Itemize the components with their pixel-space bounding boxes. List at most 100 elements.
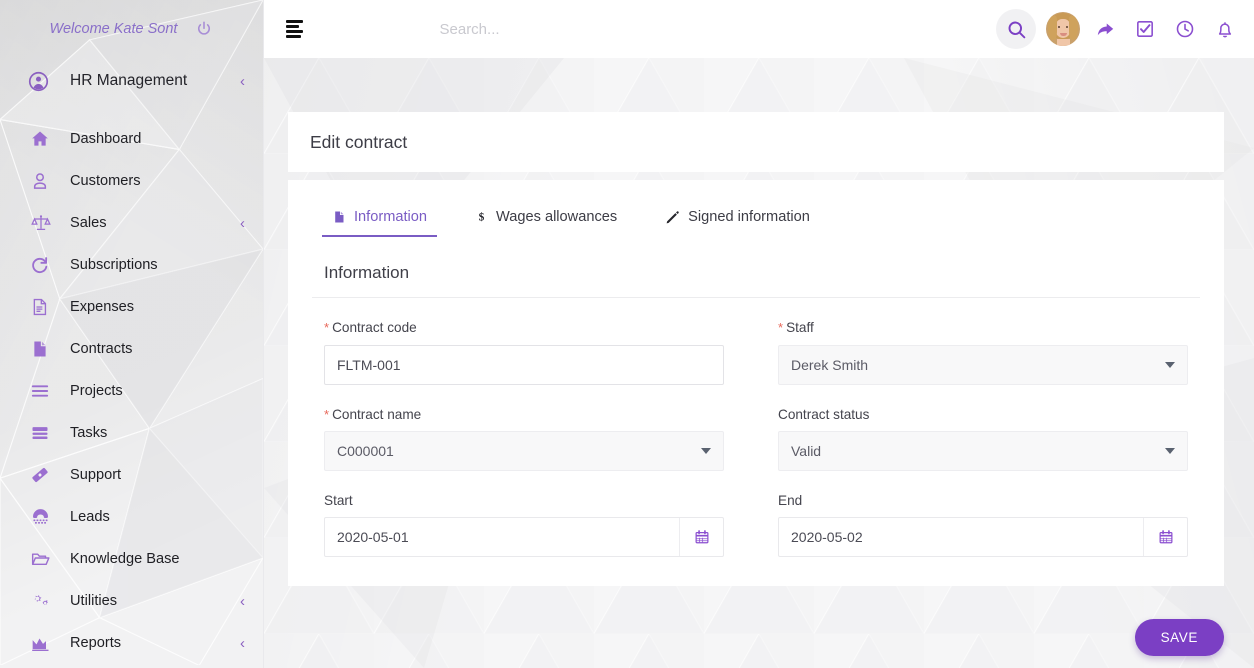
sidebar-item-label: Support <box>70 467 122 483</box>
sidebar-item-label: Utilities <box>70 593 118 609</box>
label-text: Staff <box>786 320 814 335</box>
label-text: Contract name <box>332 406 422 422</box>
file-solid-icon <box>30 339 56 359</box>
calendar-icon[interactable] <box>1143 518 1187 557</box>
ticket-icon <box>30 465 56 485</box>
field-label: * Staff <box>778 320 1188 336</box>
sidebar-item-contracts[interactable]: Contracts <box>0 328 263 370</box>
save-button[interactable]: SAVE <box>1134 619 1224 656</box>
contract-name-select[interactable]: C000001 <box>324 431 724 472</box>
end-date-field[interactable]: 2020-05-02 <box>778 517 1188 558</box>
search-icon[interactable] <box>996 9 1036 49</box>
sidebar-item-subscriptions[interactable]: Subscriptions <box>0 244 263 286</box>
tab-wages-allowances[interactable]: $ Wages allowances <box>465 202 627 237</box>
sidebar-item-sales[interactable]: Sales ‹ <box>0 202 263 244</box>
field-value: 2020-05-02 <box>791 529 863 546</box>
chevron-down-icon <box>1165 447 1175 454</box>
sidebar-item-tasks[interactable]: Tasks <box>0 412 263 454</box>
sidebar-item-label: Expenses <box>70 299 135 315</box>
search-input[interactable] <box>439 20 860 38</box>
topbar <box>264 0 1254 58</box>
share-icon[interactable] <box>1090 19 1120 40</box>
refresh-icon <box>30 255 56 275</box>
sidebar-item-label: Tasks <box>70 425 108 441</box>
field-contract-status: Contract status Valid <box>756 407 1188 472</box>
tab-signed-information[interactable]: Signed information <box>655 203 820 237</box>
welcome-text: Welcome Kate Sont <box>49 21 178 37</box>
save-bar: SAVE <box>1134 619 1224 656</box>
sidebar-item-dashboard[interactable]: Dashboard <box>0 118 263 160</box>
label-text: Contract status <box>778 406 870 422</box>
sidebar-item-leads[interactable]: Leads <box>0 496 263 538</box>
sidebar-item-customers[interactable]: Customers <box>0 160 263 202</box>
sidebar-item-projects[interactable]: Projects <box>0 370 263 412</box>
sidebar-item-support[interactable]: Support <box>0 454 263 496</box>
gears-icon <box>30 591 56 611</box>
sidebar-item-chevron: ‹ <box>240 214 245 232</box>
sidebar-item-utilities[interactable]: Utilities ‹ <box>0 580 263 622</box>
sidebar-welcome-bar: Welcome Kate Sont <box>0 0 263 58</box>
sidebar-item-chevron: ‹ <box>240 592 245 610</box>
sidebar-section-label: HR Management <box>70 72 188 89</box>
start-date-field[interactable]: 2020-05-01 <box>324 517 724 558</box>
sidebar-item-label: Customers <box>70 173 141 189</box>
chevron-down-icon <box>701 448 711 455</box>
search-container <box>303 20 996 38</box>
list-icon <box>30 381 56 401</box>
sidebar-nav: Dashboard Customers Sales ‹ Subscription… <box>0 104 263 664</box>
field-label: * Contract name <box>324 407 724 423</box>
tab-label: Wages allowances <box>496 208 618 225</box>
calendar-icon[interactable] <box>679 518 723 557</box>
form-card: Information $ Wages allowances Signed in… <box>288 180 1224 586</box>
sidebar-section-hr-management[interactable]: HR Management ‹ <box>0 58 263 104</box>
sidebar-item-label: Dashboard <box>70 131 142 147</box>
bell-icon[interactable] <box>1210 19 1240 40</box>
field-value: 2020-05-01 <box>337 529 409 546</box>
pencil-icon <box>665 210 680 225</box>
field-label: * Contract code <box>324 320 724 336</box>
clock-icon[interactable] <box>1170 19 1200 39</box>
tab-label: Information <box>354 209 428 225</box>
tab-information[interactable]: Information <box>322 203 438 237</box>
server-icon <box>30 423 56 443</box>
user-icon <box>30 171 56 191</box>
section-title: Information <box>324 263 410 282</box>
dollar-icon: $ <box>475 208 488 225</box>
power-icon[interactable] <box>195 20 213 38</box>
field-staff: * Staff Derek Smith <box>756 320 1188 385</box>
label-text: Contract code <box>332 320 417 335</box>
phone-icon <box>30 507 56 527</box>
sidebar-item-label: Projects <box>70 383 123 399</box>
sidebar-item-reports[interactable]: Reports ‹ <box>0 622 263 664</box>
sidebar-item-label: Reports <box>70 635 122 651</box>
home-icon <box>30 129 56 149</box>
field-value: C000001 <box>337 443 394 460</box>
user-circle-icon <box>28 71 54 92</box>
sidebar-item-knowledge-base[interactable]: Knowledge Base <box>0 538 263 580</box>
check-square-icon[interactable] <box>1130 19 1160 39</box>
content-area: Edit contract Information <box>264 0 1254 668</box>
field-contract-name: * Contract name C000001 <box>324 407 756 472</box>
field-start-date: Start 2020-05-01 <box>324 493 756 558</box>
file-text-icon <box>30 297 56 317</box>
hamburger-icon[interactable] <box>286 20 303 38</box>
staff-select[interactable]: Derek Smith <box>778 344 1188 385</box>
page-header-card: Edit contract <box>288 112 1224 172</box>
field-end-date: End 2020-05-02 <box>756 493 1188 558</box>
field-label: Contract status <box>778 407 1188 422</box>
chart-area-icon <box>30 633 56 653</box>
required-marker: * <box>324 406 330 422</box>
avatar[interactable] <box>1046 12 1080 46</box>
field-value: FLTM-001 <box>337 356 401 373</box>
sidebar-item-label: Subscriptions <box>70 257 158 273</box>
topbar-icons <box>996 9 1240 49</box>
field-label: Start <box>324 493 724 508</box>
contract-form: * Contract code FLTM-001 * Staff Derek S… <box>310 298 1202 579</box>
contract-code-input[interactable]: FLTM-001 <box>324 344 724 385</box>
contract-status-select[interactable]: Valid <box>778 430 1188 471</box>
sidebar-item-expenses[interactable]: Expenses <box>0 286 263 328</box>
sidebar-item-label: Sales <box>70 215 107 231</box>
svg-text:$: $ <box>479 212 485 224</box>
file-icon <box>332 209 346 225</box>
page-title: Edit contract <box>310 131 408 152</box>
